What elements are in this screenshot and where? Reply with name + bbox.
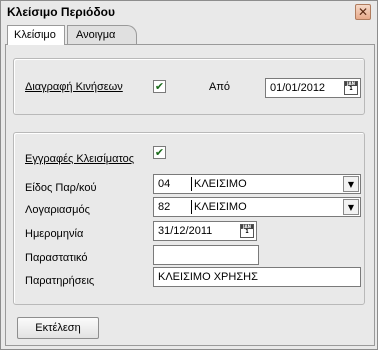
notes-field[interactable]: ΚΛΕΙΣΙΜΟ ΧΡΗΣΗΣ bbox=[153, 267, 361, 287]
document-field[interactable] bbox=[153, 245, 259, 265]
closing-entries-label: Εγγραφές Κλεισίματος bbox=[25, 153, 135, 165]
tab-opening-label: Ανοιγμα bbox=[76, 29, 116, 41]
combo-divider bbox=[191, 200, 192, 214]
doc-type-combo[interactable]: 04 ΚΛΕΙΣΙΜΟ ▼ bbox=[153, 174, 361, 194]
doc-type-code: 04 bbox=[158, 178, 171, 190]
closing-entries-checkbox[interactable]: ✔ bbox=[153, 146, 166, 159]
from-date-label: Από bbox=[209, 81, 231, 93]
account-combo[interactable]: 82 ΚΛΕΙΣΙΜΟ ▼ bbox=[153, 197, 361, 217]
window-title: Κλείσιμο Περιόδου bbox=[7, 5, 115, 19]
checkmark-icon: ✔ bbox=[154, 146, 165, 159]
tab-opening[interactable]: Ανοιγμα bbox=[67, 25, 137, 44]
delete-movements-label: Διαγραφή Κινήσεων bbox=[25, 81, 123, 93]
execute-button[interactable]: Εκτέλεση bbox=[17, 317, 99, 339]
tab-closing[interactable]: Κλείσιμο bbox=[7, 25, 65, 45]
checkmark-icon: ✔ bbox=[154, 80, 165, 93]
tab-strip: Κλείσιμο Ανοιγμα bbox=[5, 25, 375, 45]
title-bar: Κλείσιμο Περιόδου ✕ bbox=[1, 1, 377, 23]
document-label: Παραστατικό bbox=[25, 252, 88, 264]
from-date-value: 01/01/2012 bbox=[270, 82, 326, 94]
calendar-icon[interactable]: JAN 1 bbox=[344, 81, 358, 95]
execute-button-label: Εκτέλεση bbox=[35, 322, 81, 334]
account-description: ΚΛΕΙΣΙΜΟ bbox=[194, 201, 247, 213]
date-label: Ημερομηνία bbox=[25, 228, 84, 240]
notes-value: ΚΛΕΙΣΙΜΟ ΧΡΗΣΗΣ bbox=[158, 271, 258, 283]
delete-movements-checkbox[interactable]: ✔ bbox=[153, 80, 166, 93]
dropdown-arrow-icon[interactable]: ▼ bbox=[343, 176, 359, 192]
combo-divider bbox=[191, 177, 192, 191]
doc-type-description: ΚΛΕΙΣΙΜΟ bbox=[194, 178, 247, 190]
calendar-icon[interactable]: JAN 1 bbox=[240, 224, 254, 238]
account-code: 82 bbox=[158, 201, 171, 213]
closing-date-value: 31/12/2011 bbox=[158, 225, 213, 237]
dropdown-arrow-icon[interactable]: ▼ bbox=[343, 199, 359, 215]
notes-label: Παρατηρήσεις bbox=[25, 275, 95, 287]
doc-type-label: Είδος Παρ/κού bbox=[25, 182, 97, 194]
close-icon: ✕ bbox=[357, 5, 369, 19]
close-button[interactable]: ✕ bbox=[355, 4, 371, 20]
period-closing-dialog: Κλείσιμο Περιόδου ✕ Κλείσιμο Ανοιγμα Δια… bbox=[0, 0, 378, 350]
account-label: Λογαριασμός bbox=[25, 204, 90, 216]
tab-closing-label: Κλείσιμο bbox=[14, 29, 56, 41]
